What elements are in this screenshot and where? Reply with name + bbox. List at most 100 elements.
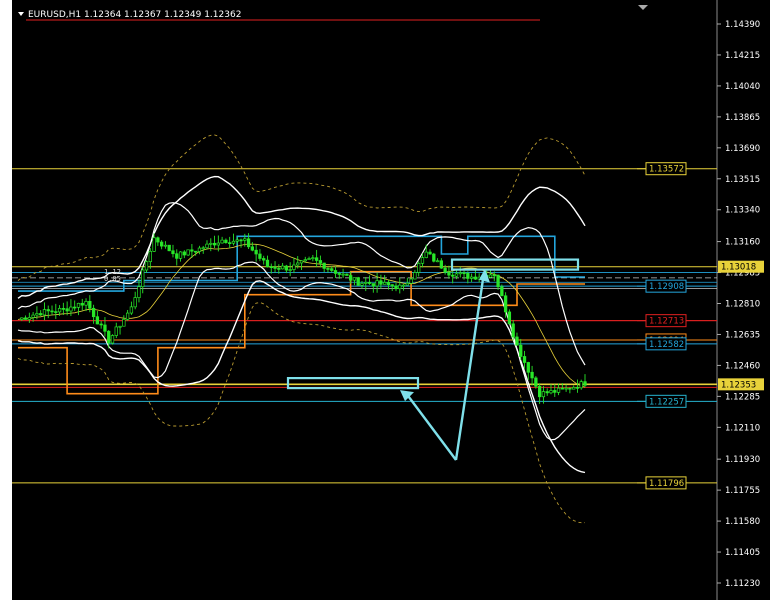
- candle-body: [428, 251, 432, 255]
- candle-body: [152, 237, 156, 252]
- candle-body: [209, 242, 213, 245]
- candle-body: [296, 262, 300, 266]
- candle-body: [190, 249, 194, 252]
- y-tick-label: 1.13865: [725, 113, 760, 123]
- candle-body: [156, 237, 160, 243]
- candle-body: [95, 316, 100, 325]
- candle-body: [235, 239, 239, 242]
- candle-body: [333, 270, 338, 274]
- candle-body: [530, 371, 534, 379]
- candle-body: [265, 259, 270, 268]
- candle-body: [432, 253, 436, 262]
- candle-body: [462, 272, 466, 275]
- y-tick-label: 1.14215: [725, 51, 760, 61]
- candle-body: [330, 268, 334, 271]
- candle-body: [401, 284, 406, 287]
- candle-body: [57, 308, 62, 313]
- candle-body: [390, 284, 394, 287]
- candle-body: [375, 280, 379, 287]
- candle-body: [50, 310, 54, 313]
- candle-body: [515, 336, 519, 346]
- candle-body: [27, 317, 31, 320]
- y-tick-label: 1.11580: [725, 517, 760, 527]
- candle-body: [379, 280, 383, 285]
- candle-body: [114, 326, 118, 336]
- y-tick-label: 1.13340: [725, 206, 760, 216]
- candle-body: [133, 297, 137, 308]
- candle-body: [553, 390, 557, 393]
- candle-body: [31, 314, 35, 318]
- candle-body: [575, 386, 580, 389]
- candle-body: [246, 238, 251, 248]
- y-tick-label: 1.11405: [725, 548, 760, 558]
- candle-body: [163, 244, 168, 247]
- candle-body: [80, 302, 84, 306]
- candle-body: [541, 391, 546, 398]
- candle-body: [99, 323, 103, 326]
- candle-body: [345, 273, 349, 276]
- candle-body: [383, 281, 387, 285]
- mini-label-2: 0.05: [104, 275, 121, 283]
- candle-body: [420, 257, 425, 264]
- candle-body: [159, 241, 164, 247]
- candle-body: [84, 301, 88, 306]
- candle-body: [107, 330, 111, 344]
- candle-body: [364, 281, 368, 284]
- candle-body: [273, 266, 277, 269]
- candle-body: [311, 257, 315, 260]
- candle-body: [579, 381, 583, 389]
- candle-body: [125, 312, 130, 320]
- candle-body: [360, 283, 364, 286]
- y-tick-label: 1.11230: [725, 579, 760, 589]
- candle-body: [224, 239, 228, 243]
- candle-body: [76, 302, 81, 308]
- candle-body: [534, 377, 538, 387]
- candle-body: [144, 261, 149, 271]
- y-tick-label: 1.13515: [725, 175, 760, 185]
- y-tick-label: 1.11755: [725, 486, 760, 496]
- y-tick-label: 1.12110: [725, 423, 760, 433]
- candle-body: [322, 262, 326, 269]
- y-tick-label: 1.13690: [725, 144, 760, 154]
- price-tag-label: 1.13572: [649, 165, 684, 175]
- price-tag-label: 1.11796: [649, 479, 684, 489]
- candle-body: [91, 307, 96, 318]
- candle-body: [141, 269, 145, 288]
- candle-body: [356, 277, 360, 286]
- candle-body: [451, 274, 455, 277]
- candle-body: [65, 308, 69, 312]
- price-tag-label: 1.12713: [649, 317, 684, 327]
- candle-body: [341, 273, 345, 276]
- candle-body: [284, 265, 289, 271]
- candle-body: [537, 385, 542, 398]
- candle-body: [258, 253, 262, 259]
- candle-body: [526, 362, 530, 373]
- candle-body: [522, 356, 527, 363]
- candle-body: [110, 335, 115, 344]
- candle-body: [458, 272, 462, 275]
- y-tick-label: 1.12285: [725, 392, 760, 402]
- candle-body: [39, 313, 43, 316]
- candle-body: [42, 309, 47, 316]
- candle-body: [216, 242, 220, 246]
- chart-window: EURUSD,H1 1.12364 1.12367 1.12349 1.1236…: [0, 0, 770, 600]
- candle-body: [367, 281, 372, 284]
- candle-body: [88, 301, 92, 309]
- candle-body: [178, 251, 183, 259]
- candle-body: [197, 247, 202, 252]
- candle-body: [469, 276, 474, 279]
- price-tag-label: 1.12582: [649, 340, 684, 350]
- candle-body: [212, 242, 217, 246]
- candle-body: [507, 311, 512, 325]
- candle-body: [35, 313, 39, 316]
- price-tag-label: 1.12257: [649, 397, 684, 407]
- price-chart[interactable]: EURUSD,H1 1.12364 1.12367 1.12349 1.1236…: [12, 0, 770, 600]
- candle-body: [417, 262, 421, 273]
- candle-body: [503, 295, 508, 313]
- candle-body: [337, 273, 341, 275]
- candle-body: [254, 249, 258, 255]
- candle-body: [243, 238, 247, 241]
- candle-body: [228, 242, 232, 244]
- candle-body: [239, 239, 243, 242]
- candle-body: [303, 259, 307, 262]
